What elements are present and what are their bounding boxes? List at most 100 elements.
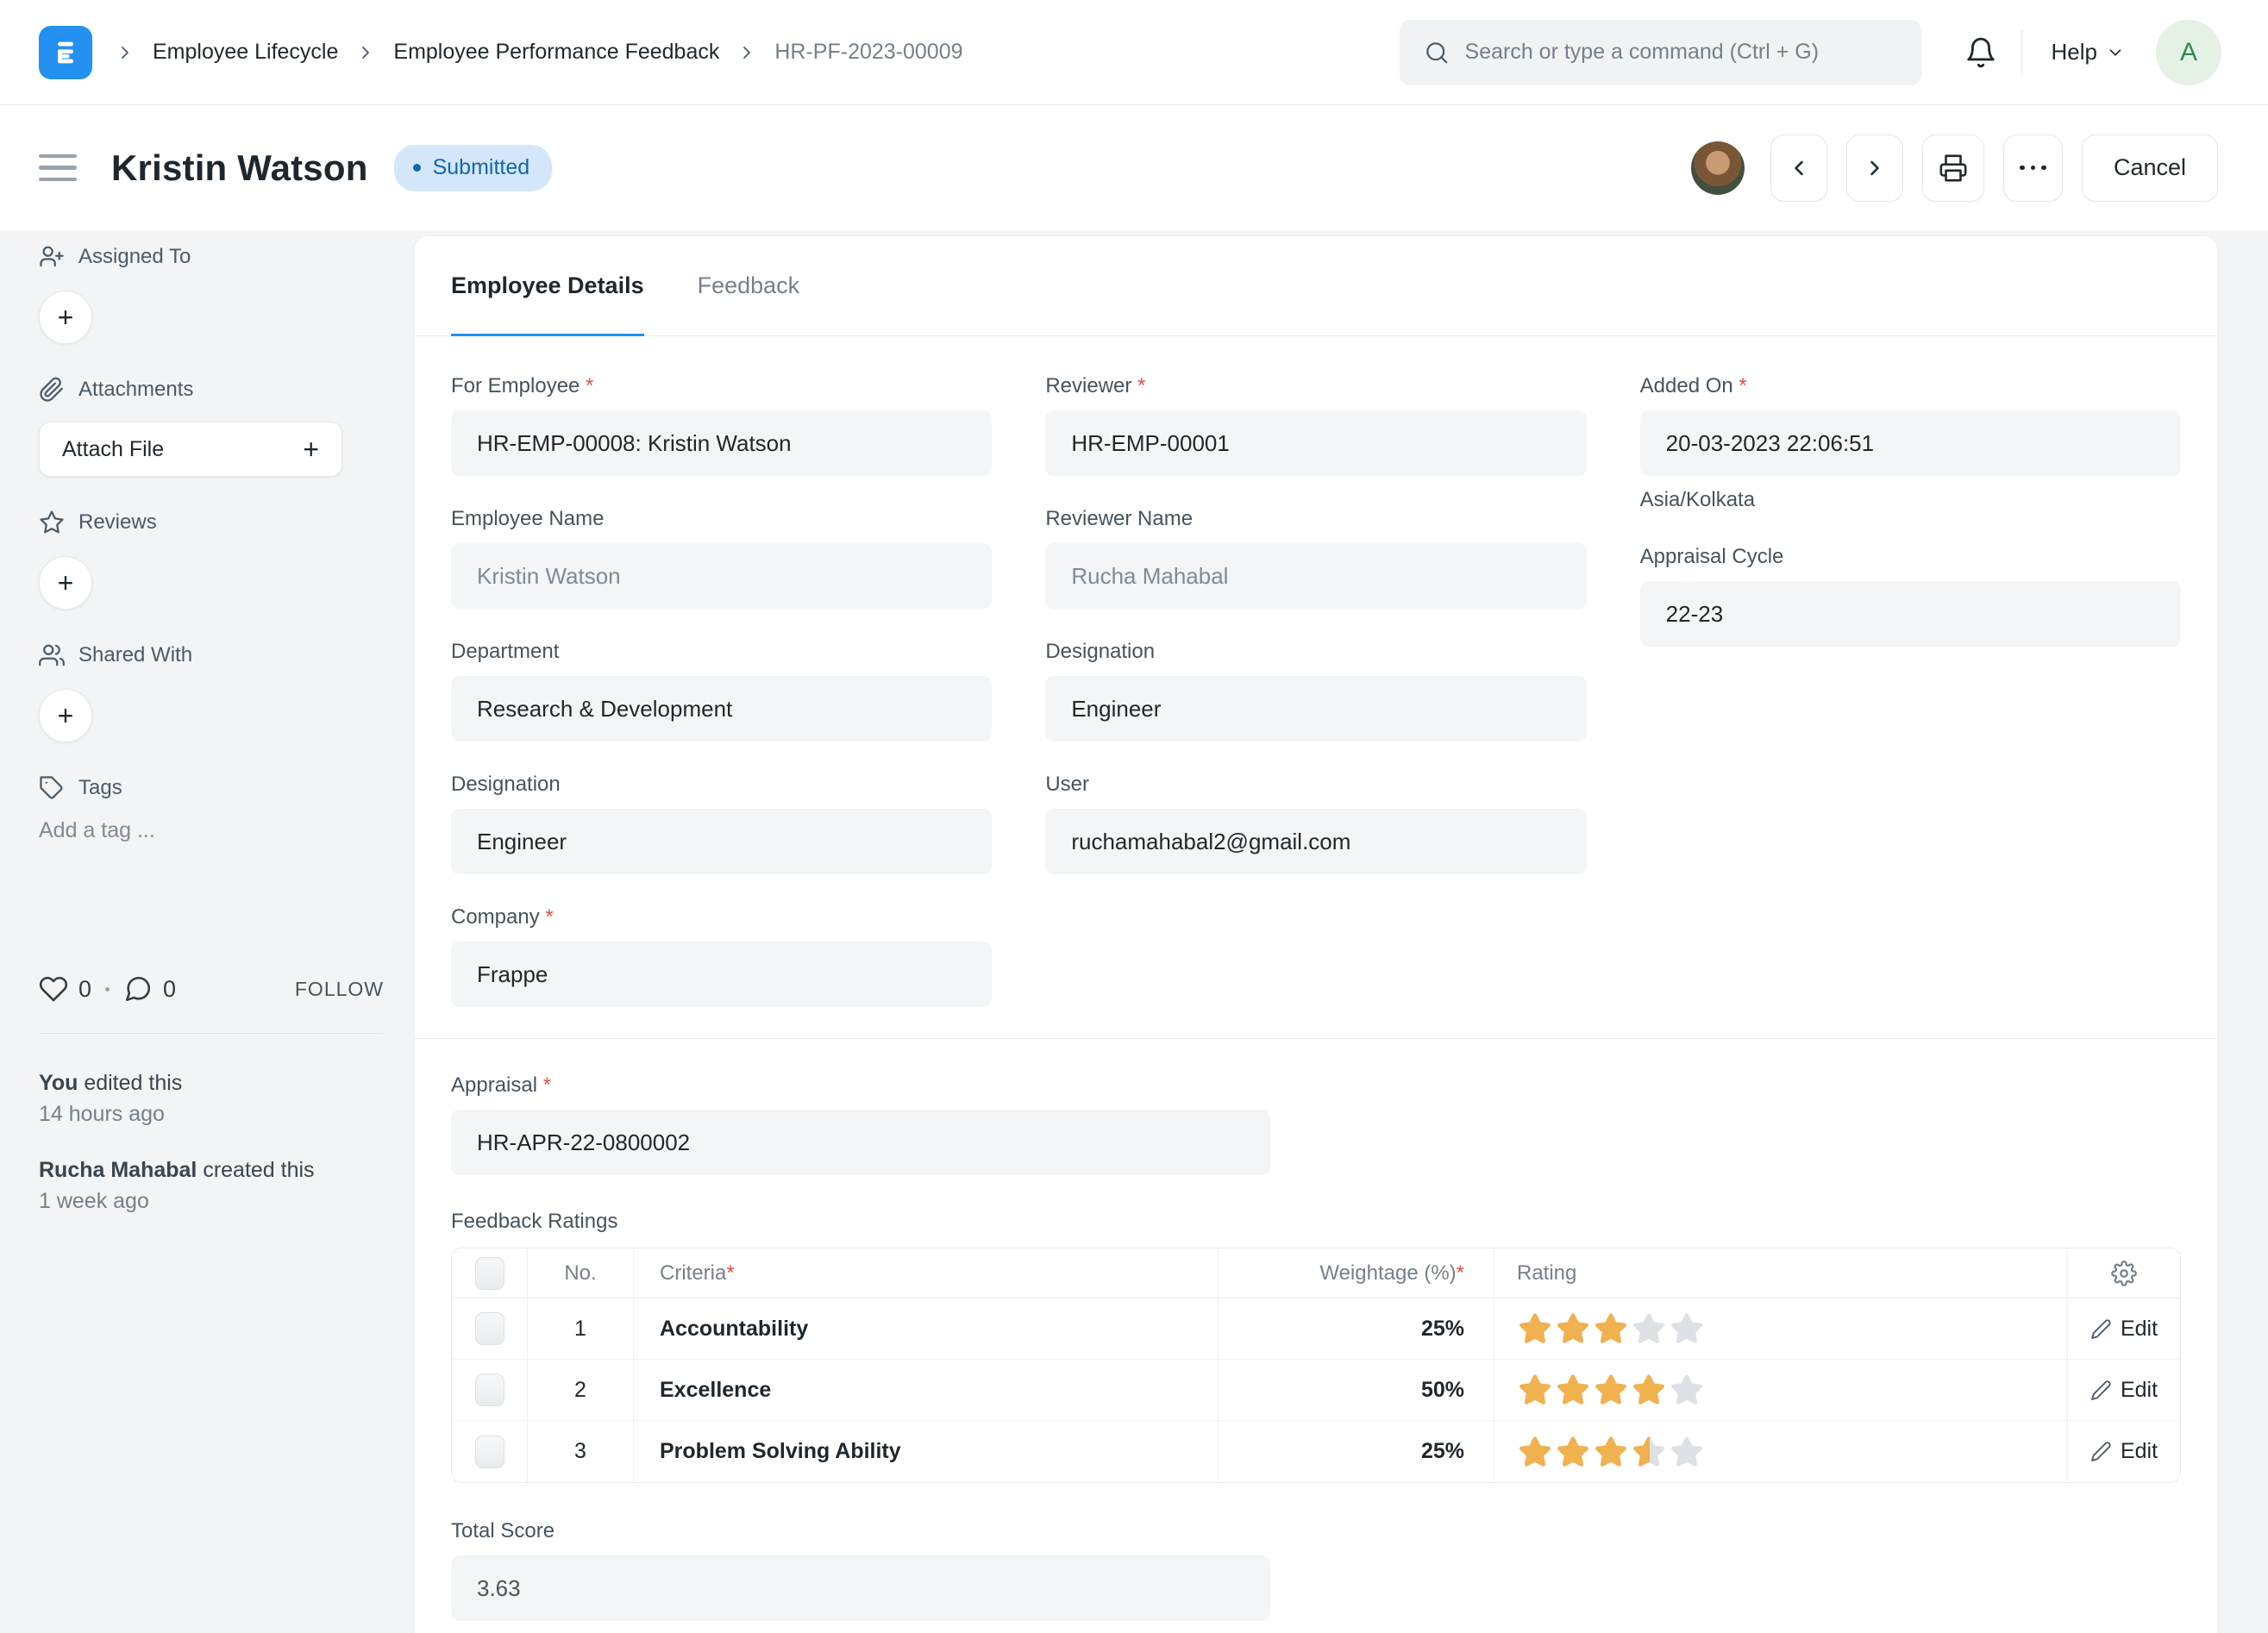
department-field: Department Research & Development <box>451 640 993 741</box>
print-button[interactable] <box>1922 134 1985 202</box>
form-card: Employee Details Feedback For Employee H… <box>414 235 2218 1633</box>
tab-employee-details[interactable]: Employee Details <box>451 236 644 336</box>
row-checkbox[interactable] <box>474 1435 504 1468</box>
reviewer-designation-input[interactable]: Engineer <box>1045 676 1587 741</box>
company-label: Company <box>451 905 992 929</box>
reviewer-name-input[interactable]: Rucha Mahabal <box>1045 543 1587 609</box>
tab-feedback[interactable]: Feedback <box>698 236 800 335</box>
comments-count: 0 <box>163 975 177 1002</box>
activity-when: 14 hours ago <box>39 1101 165 1126</box>
follow-button[interactable]: FOLLOW <box>295 978 384 1001</box>
reviewer-designation-field: Designation Engineer <box>1045 640 1587 741</box>
user-avatar[interactable]: A <box>2156 19 2221 85</box>
add-assignment-button[interactable]: + <box>39 291 92 344</box>
tags-label: Tags <box>78 776 122 799</box>
criteria-link[interactable]: Excellence <box>634 1360 1219 1420</box>
user-input[interactable]: ruchamahabal2@gmail.com <box>1045 809 1587 874</box>
search-input[interactable]: Search or type a command (Ctrl + G) <box>1399 19 1921 85</box>
sidebar-divider <box>39 1033 384 1034</box>
row-checkbox[interactable] <box>474 1312 504 1345</box>
weightage-value: 50% <box>1219 1360 1494 1420</box>
more-menu-button[interactable] <box>2003 134 2063 202</box>
feedback-ratings-label: Feedback Ratings <box>451 1210 618 1233</box>
reviews-section: Reviews + <box>39 510 414 610</box>
weightage-value: 25% <box>1219 1298 1494 1359</box>
edit-row-button[interactable]: Edit <box>2068 1298 2180 1359</box>
header-actions: Cancel <box>1691 134 2218 202</box>
total-score-label: Total Score <box>451 1519 555 1542</box>
attachments-section: Attachments Attach File + <box>39 377 414 477</box>
likes-group[interactable]: 0 <box>39 974 91 1004</box>
chevron-right-icon <box>115 42 135 63</box>
breadcrumb-employee-lifecycle[interactable]: Employee Lifecycle <box>153 40 338 65</box>
row-checkbox[interactable] <box>474 1373 504 1406</box>
criteria-link[interactable]: Accountability <box>634 1298 1219 1359</box>
total-score-input[interactable]: 3.63 <box>451 1555 1270 1621</box>
breadcrumb-employee-performance-feedback[interactable]: Employee Performance Feedback <box>393 40 719 65</box>
designation-label: Designation <box>451 773 561 796</box>
activity-when: 1 week ago <box>39 1188 149 1213</box>
activity-action: edited this <box>78 1071 183 1095</box>
page-header: Kristin Watson Submitted Cancel <box>0 105 2268 230</box>
attachments-label: Attachments <box>78 378 194 401</box>
prev-document-button[interactable] <box>1770 134 1828 202</box>
form-column-3: Added On 20-03-2023 22:06:51 Asia/Kolkat… <box>1639 374 2181 1038</box>
gear-icon <box>2111 1260 2137 1286</box>
ratings-section: Appraisal HR-APR-22-0800002 Feedback Rat… <box>415 1038 2217 1633</box>
reviews-heading: Reviews <box>39 510 414 535</box>
add-tag-input[interactable]: Add a tag ... <box>39 818 414 843</box>
activity-actor: Rucha Mahabal <box>39 1158 197 1182</box>
edit-row-button[interactable]: Edit <box>2068 1421 2180 1482</box>
notifications-bell-icon[interactable] <box>1964 36 1997 69</box>
reviewer-label: Reviewer <box>1045 374 1586 398</box>
add-review-button[interactable]: + <box>39 556 92 610</box>
employee-name-field: Employee Name Kristin Watson <box>451 507 993 609</box>
edit-row-button[interactable]: Edit <box>2068 1360 2180 1420</box>
comments-group[interactable]: 0 <box>123 974 176 1004</box>
add-share-button[interactable]: + <box>39 689 92 742</box>
star-rating <box>1517 1311 1707 1347</box>
company-input[interactable]: Frappe <box>451 942 993 1007</box>
form-column-1: For Employee HR-EMP-00008: Kristin Watso… <box>451 374 993 1038</box>
star-icon <box>1593 1434 1631 1470</box>
employee-name-label: Employee Name <box>451 507 605 530</box>
page-title: Kristin Watson <box>111 147 368 188</box>
sidebar-toggle-icon[interactable] <box>39 153 77 182</box>
employee-name-input[interactable]: Kristin Watson <box>451 543 993 609</box>
paperclip-icon <box>40 377 63 402</box>
department-input[interactable]: Research & Development <box>451 676 993 741</box>
appraisal-cycle-input[interactable]: 22-23 <box>1639 581 2181 647</box>
for-employee-field: For Employee HR-EMP-00008: Kristin Watso… <box>451 374 993 476</box>
cancel-button[interactable]: Cancel <box>2081 134 2218 202</box>
designation-input[interactable]: Engineer <box>451 809 993 874</box>
table-row: 1 Accountability 25% Edit <box>452 1298 2180 1360</box>
shared-with-heading: Shared With <box>39 642 414 668</box>
appraisal-field: Appraisal HR-APR-22-0800002 <box>451 1073 2181 1175</box>
star-icon <box>1555 1372 1593 1408</box>
next-document-button[interactable] <box>1846 134 1904 202</box>
tag-icon <box>40 776 63 799</box>
reviewer-input[interactable]: HR-EMP-00001 <box>1045 410 1587 476</box>
assigned-to-section: Assigned To + <box>39 244 414 344</box>
chevron-down-icon <box>2106 43 2125 62</box>
table-settings-button[interactable] <box>2068 1248 2180 1298</box>
select-all-checkbox[interactable] <box>474 1256 504 1290</box>
attach-file-button[interactable]: Attach File + <box>39 422 342 477</box>
for-employee-input[interactable]: HR-EMP-00008: Kristin Watson <box>451 410 993 476</box>
appraisal-cycle-field: Appraisal Cycle 22-23 <box>1639 545 2181 647</box>
for-employee-label: For Employee <box>451 374 992 398</box>
star-rating <box>1517 1434 1707 1470</box>
reviewer-name-field: Reviewer Name Rucha Mahabal <box>1045 507 1587 609</box>
reviewer-field: Reviewer HR-EMP-00001 <box>1045 374 1587 476</box>
help-menu[interactable]: Help <box>2052 39 2125 66</box>
separator-dot <box>105 986 110 992</box>
attachments-heading: Attachments <box>39 377 414 403</box>
appraisal-input[interactable]: HR-APR-22-0800002 <box>451 1110 1270 1175</box>
users-icon <box>39 644 65 666</box>
frappe-logo-icon[interactable] <box>39 25 92 79</box>
added-on-input[interactable]: 20-03-2023 22:06:51 <box>1639 410 2181 476</box>
likes-count: 0 <box>78 975 92 1002</box>
star-rating <box>1517 1372 1707 1408</box>
viewer-avatar[interactable] <box>1691 141 1745 195</box>
criteria-link[interactable]: Problem Solving Ability <box>634 1421 1219 1482</box>
